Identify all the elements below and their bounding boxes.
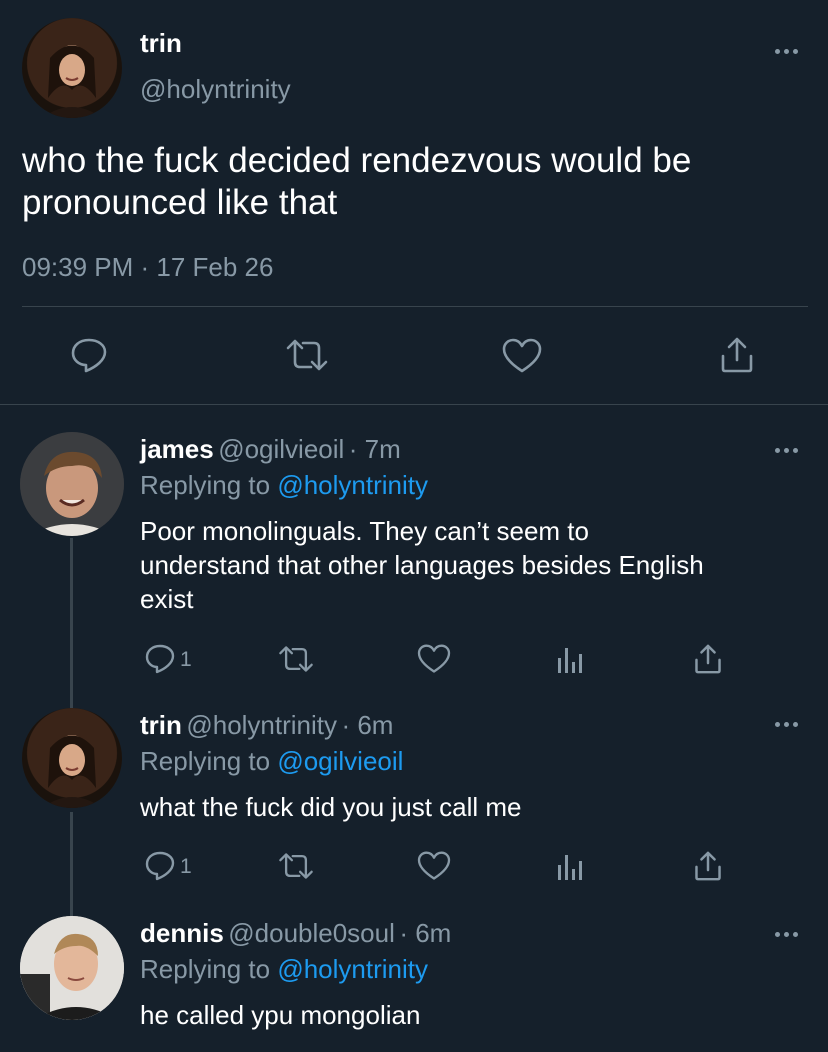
- reply-header: trin @holyntrinity · 6m: [140, 710, 393, 741]
- analytics-icon[interactable]: [556, 851, 584, 881]
- reply-text-line-1: Poor monolinguals. They can’t seem to: [140, 516, 589, 546]
- reply-text-line-1: what the fuck did you just call me: [140, 792, 522, 822]
- analytics-icon[interactable]: [556, 644, 584, 674]
- avatar-trin[interactable]: [22, 708, 122, 808]
- replying-to-link[interactable]: @holyntrinity: [277, 954, 428, 984]
- reply-count: 1: [180, 855, 192, 878]
- share-icon[interactable]: [720, 336, 754, 374]
- thread-line: [70, 538, 73, 708]
- replying-label: Replying to: [140, 470, 271, 500]
- reply-time: · 6m: [399, 918, 452, 948]
- reply-time: · 7m: [348, 434, 401, 464]
- more-icon[interactable]: [775, 932, 798, 937]
- reply-count: 1: [180, 648, 192, 671]
- divider: [0, 404, 828, 405]
- tweet-timestamp: 09:39 PM · 17 Feb 26: [22, 252, 274, 282]
- heart-icon[interactable]: [417, 851, 451, 881]
- reply-icon[interactable]: [144, 643, 176, 675]
- replying-to: Replying to @ogilvieoil: [140, 746, 403, 777]
- tweet-text-line-1: who the fuck decided rendezvous would be: [22, 141, 692, 180]
- tweet-text-line-2: pronounced like that: [22, 183, 338, 222]
- more-icon[interactable]: [775, 448, 798, 453]
- more-icon[interactable]: [775, 49, 798, 54]
- reply-author-name[interactable]: james: [140, 434, 214, 464]
- avatar-james[interactable]: [20, 432, 124, 536]
- divider: [22, 306, 808, 307]
- replying-label: Replying to: [140, 954, 271, 984]
- replying-to: Replying to @holyntrinity: [140, 470, 428, 501]
- heart-icon[interactable]: [417, 644, 451, 674]
- replying-label: Replying to: [140, 746, 271, 776]
- replying-to: Replying to @holyntrinity: [140, 954, 428, 985]
- author-name[interactable]: trin: [140, 28, 182, 59]
- reply-header: james @ogilvieoil · 7m: [140, 434, 401, 465]
- replying-to-link[interactable]: @holyntrinity: [277, 470, 428, 500]
- author-handle[interactable]: @holyntrinity: [140, 74, 291, 105]
- retweet-icon[interactable]: [277, 645, 315, 673]
- reply-time: · 6m: [341, 710, 394, 740]
- reply-text-line-2: understand that other languages besides …: [140, 550, 704, 580]
- reply-icon[interactable]: [70, 337, 108, 373]
- avatar-trin[interactable]: [22, 18, 122, 118]
- retweet-icon[interactable]: [285, 338, 329, 372]
- reply-author-name[interactable]: dennis: [140, 918, 224, 948]
- reply-icon[interactable]: [144, 850, 176, 882]
- heart-icon[interactable]: [502, 338, 542, 374]
- more-icon[interactable]: [775, 722, 798, 727]
- share-icon[interactable]: [694, 643, 722, 675]
- reply-author-handle[interactable]: @double0soul: [228, 918, 395, 948]
- reply-author-handle[interactable]: @ogilvieoil: [218, 434, 344, 464]
- avatar-dennis[interactable]: [20, 916, 124, 1020]
- replying-to-link[interactable]: @ogilvieoil: [277, 746, 403, 776]
- thread-line: [70, 812, 73, 916]
- reply-author-handle[interactable]: @holyntrinity: [186, 710, 337, 740]
- reply-author-name[interactable]: trin: [140, 710, 182, 740]
- retweet-icon[interactable]: [277, 852, 315, 880]
- reply-text-line-3: exist: [140, 584, 194, 614]
- reply-text-line-1: he called ypu mongolian: [140, 1000, 421, 1030]
- share-icon[interactable]: [694, 850, 722, 882]
- reply-header: dennis @double0soul · 6m: [140, 918, 451, 949]
